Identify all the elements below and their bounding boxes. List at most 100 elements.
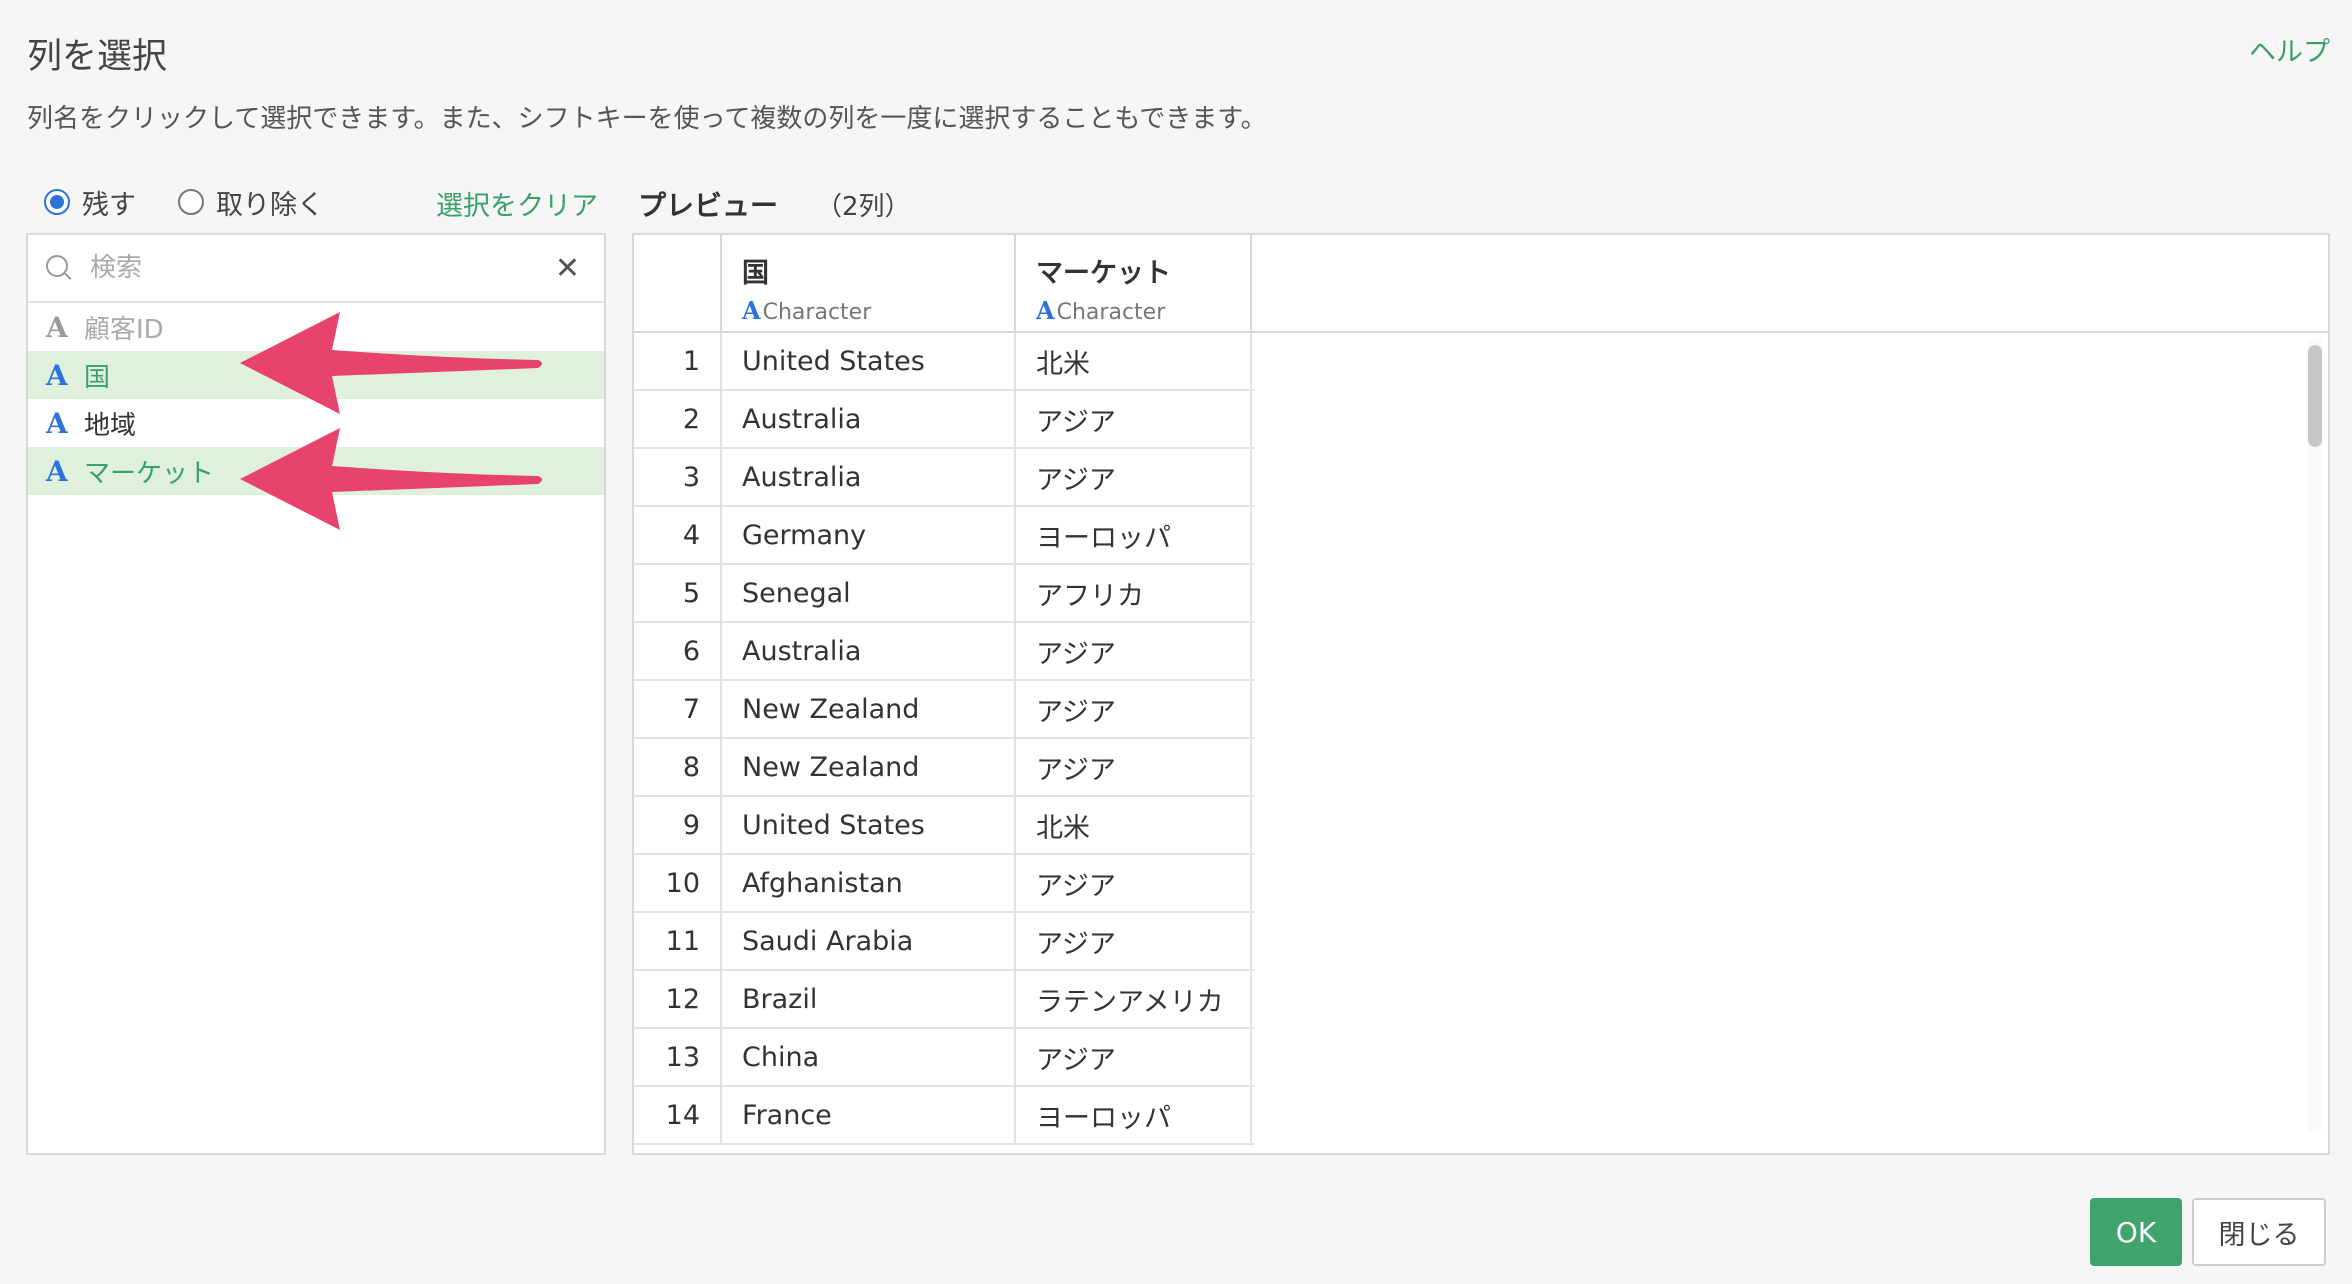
table-row: 12 Brazil ラテンアメリカ (634, 971, 1254, 1029)
close-icon[interactable]: ✕ (547, 251, 588, 286)
row-number-cell: 12 (634, 971, 722, 1027)
keep-radio-indicator[interactable] (44, 189, 70, 215)
market-cell: アジア (1016, 913, 1252, 969)
table-row: 10 Afghanistan アジア (634, 855, 1254, 913)
country-cell: Saudi Arabia (722, 913, 1016, 969)
table-row: 9 United States 北米 (634, 797, 1254, 855)
column-header-name: 国 (742, 258, 769, 289)
row-number-cell: 9 (634, 797, 722, 853)
country-cell: Australia (722, 449, 1016, 505)
search-box: ✕ (28, 235, 604, 303)
table-row: 4 Germany ヨーロッパ (634, 507, 1254, 565)
remove-radio[interactable]: 取り除く (178, 183, 324, 222)
country-cell: Germany (722, 507, 1016, 563)
preview-grid: 国 A Character マーケット A Character 1 United … (632, 233, 2330, 1155)
column-header[interactable]: マーケット A Character (1016, 235, 1252, 331)
market-cell: アジア (1016, 855, 1252, 911)
search-icon (44, 253, 74, 283)
help-link[interactable]: ヘルプ (2249, 30, 2330, 69)
preview-title: プレビュー (638, 189, 779, 222)
country-cell: Senegal (722, 565, 1016, 621)
table-row: 7 New Zealand アジア (634, 681, 1254, 739)
market-cell: アフリカ (1016, 565, 1252, 621)
market-cell: アジア (1016, 449, 1252, 505)
column-list-item-label: 国 (84, 362, 111, 393)
preview-column-count: （2列） (816, 192, 911, 222)
table-row: 1 United States 北米 (634, 333, 1254, 391)
country-cell: New Zealand (722, 739, 1016, 795)
table-row: 2 Australia アジア (634, 391, 1254, 449)
column-header-name: マーケット (1036, 258, 1171, 289)
market-cell: アジア (1016, 1029, 1252, 1085)
character-type-icon: A (46, 454, 68, 488)
row-number-cell: 6 (634, 623, 722, 679)
vertical-scrollbar[interactable] (2308, 339, 2322, 1131)
column-header-type-label: Character (1056, 300, 1166, 325)
market-cell: アジア (1016, 391, 1252, 447)
keep-radio-label: 残す (82, 189, 136, 221)
column-header-type: A Character (742, 296, 1014, 325)
market-cell: アジア (1016, 623, 1252, 679)
search-input[interactable] (90, 253, 547, 283)
country-cell: Australia (722, 623, 1016, 679)
row-number-cell: 2 (634, 391, 722, 447)
country-cell: Afghanistan (722, 855, 1016, 911)
country-cell: United States (722, 797, 1016, 853)
column-list-item-label: 顧客ID (84, 314, 164, 345)
country-cell: France (722, 1087, 1016, 1143)
annotation-arrow-market (240, 428, 542, 530)
row-number-cell: 7 (634, 681, 722, 737)
character-type-icon: A (46, 358, 68, 392)
row-number-cell: 8 (634, 739, 722, 795)
column-header-type: A Character (1036, 296, 1250, 325)
country-cell: China (722, 1029, 1016, 1085)
column-list-item-label: マーケット (84, 458, 215, 489)
description: 列名をクリックして選択できます。また、シフトキーを使って複数の列を一度に選択する… (27, 104, 1267, 134)
row-number-cell: 1 (634, 333, 722, 389)
row-number-cell: 3 (634, 449, 722, 505)
market-cell: 北米 (1016, 797, 1252, 853)
column-header[interactable]: 国 A Character (722, 235, 1016, 331)
row-number-cell: 14 (634, 1087, 722, 1143)
remove-radio-indicator[interactable] (178, 189, 204, 215)
market-cell: 北米 (1016, 333, 1252, 389)
country-cell: New Zealand (722, 681, 1016, 737)
ok-button[interactable]: OK (2090, 1198, 2182, 1266)
character-type-icon: A (46, 406, 68, 440)
country-cell: Brazil (722, 971, 1016, 1027)
mode-selector: 残す 取り除く (44, 182, 366, 222)
column-list-item-label: 地域 (84, 410, 137, 441)
row-number-cell: 11 (634, 913, 722, 969)
row-number-cell: 13 (634, 1029, 722, 1085)
table-row: 6 Australia アジア (634, 623, 1254, 681)
row-number-cell: 5 (634, 565, 722, 621)
table-row: 11 Saudi Arabia アジア (634, 913, 1254, 971)
dialog-title: 列を選択 (27, 37, 168, 77)
remove-radio-label: 取り除く (216, 189, 324, 221)
row-number-cell: 4 (634, 507, 722, 563)
row-number-header (634, 235, 722, 331)
close-button[interactable]: 閉じる (2192, 1198, 2326, 1266)
market-cell: ヨーロッパ (1016, 507, 1252, 563)
table-row: 3 Australia アジア (634, 449, 1254, 507)
table-row: 14 France ヨーロッパ (634, 1087, 1254, 1145)
country-cell: United States (722, 333, 1016, 389)
character-type-icon: A (742, 296, 761, 325)
table-row: 5 Senegal アフリカ (634, 565, 1254, 623)
row-number-cell: 10 (634, 855, 722, 911)
table-row: 8 New Zealand アジア (634, 739, 1254, 797)
annotation-arrow-country (240, 312, 542, 414)
market-cell: アジア (1016, 681, 1252, 737)
character-type-icon: A (46, 310, 68, 344)
clear-selection-link[interactable]: 選択をクリア (436, 184, 598, 223)
column-header-type-label: Character (762, 300, 872, 325)
keep-radio[interactable]: 残す (44, 183, 136, 222)
market-cell: ヨーロッパ (1016, 1087, 1252, 1143)
market-cell: アジア (1016, 739, 1252, 795)
character-type-icon: A (1036, 296, 1055, 325)
grid-header: 国 A Character マーケット A Character (634, 235, 2328, 333)
market-cell: ラテンアメリカ (1016, 971, 1252, 1027)
table-row: 13 China アジア (634, 1029, 1254, 1087)
country-cell: Australia (722, 391, 1016, 447)
scrollbar-thumb[interactable] (2308, 345, 2322, 447)
